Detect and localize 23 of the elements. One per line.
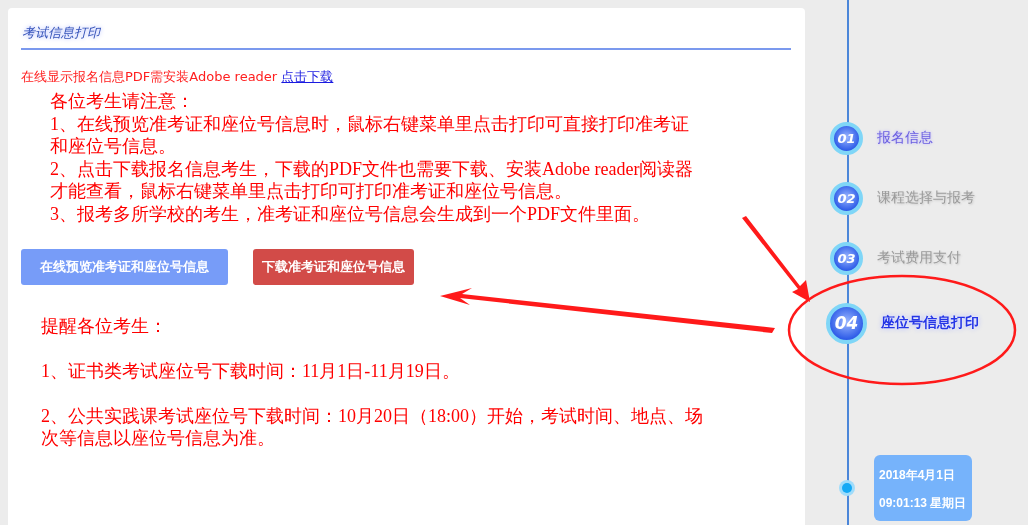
- step-label[interactable]: 报名信息: [877, 129, 933, 147]
- section-title: 考试信息打印: [22, 25, 100, 40]
- download-button[interactable]: 下载准考证和座位号信息: [253, 249, 414, 285]
- notice-text: 2、点击下载报名信息考生，下载的PDF文件也需要下载、安装Adobe reader阅读器才能查看，鼠标右键菜单里点击打印可打印准考证和座位号信息。: [50, 157, 695, 203]
- step-label[interactable]: 座位号信息打印: [881, 314, 979, 332]
- hint-text: 在线显示报名信息PDF需安装Adobe reader: [21, 69, 279, 84]
- clock-time: 09:01:13 星期日: [879, 495, 967, 512]
- reminder-title: 提醒各位考生：: [41, 315, 167, 337]
- notice-text: 各位考生请注意：: [50, 90, 195, 113]
- reminder-text: 1、证书类考试座位号下载时间：11月1日-11月19日。: [41, 360, 461, 382]
- step-number[interactable]: 01: [830, 121, 863, 155]
- step-number[interactable]: 02: [830, 181, 863, 215]
- clock-date: 2018年4月1日: [879, 467, 957, 484]
- step-label[interactable]: 课程选择与报考: [877, 189, 975, 207]
- notice-text: 3、报考多所学校的考生，准考证和座位号信息会生成到一个PDF文件里面。: [50, 202, 652, 225]
- step-number[interactable]: 04: [826, 302, 867, 344]
- step-number[interactable]: 03: [830, 241, 863, 275]
- preview-button[interactable]: 在线预览准考证和座位号信息: [21, 249, 228, 285]
- notice-text: 1、在线预览准考证和座位号信息时，鼠标右键菜单里点击打印可直接打印准考证和座位号信息。: [50, 112, 690, 158]
- step-label[interactable]: 考试费用支付: [877, 249, 961, 267]
- download-link[interactable]: 点击下载: [281, 69, 334, 84]
- timeline-dot: [842, 483, 852, 493]
- reminder-text: 2、公共实践课考试座位号下载时间：10月20日（18:00）开始，考试时间、地点、场次等信息以座位号信息为准。: [41, 405, 704, 449]
